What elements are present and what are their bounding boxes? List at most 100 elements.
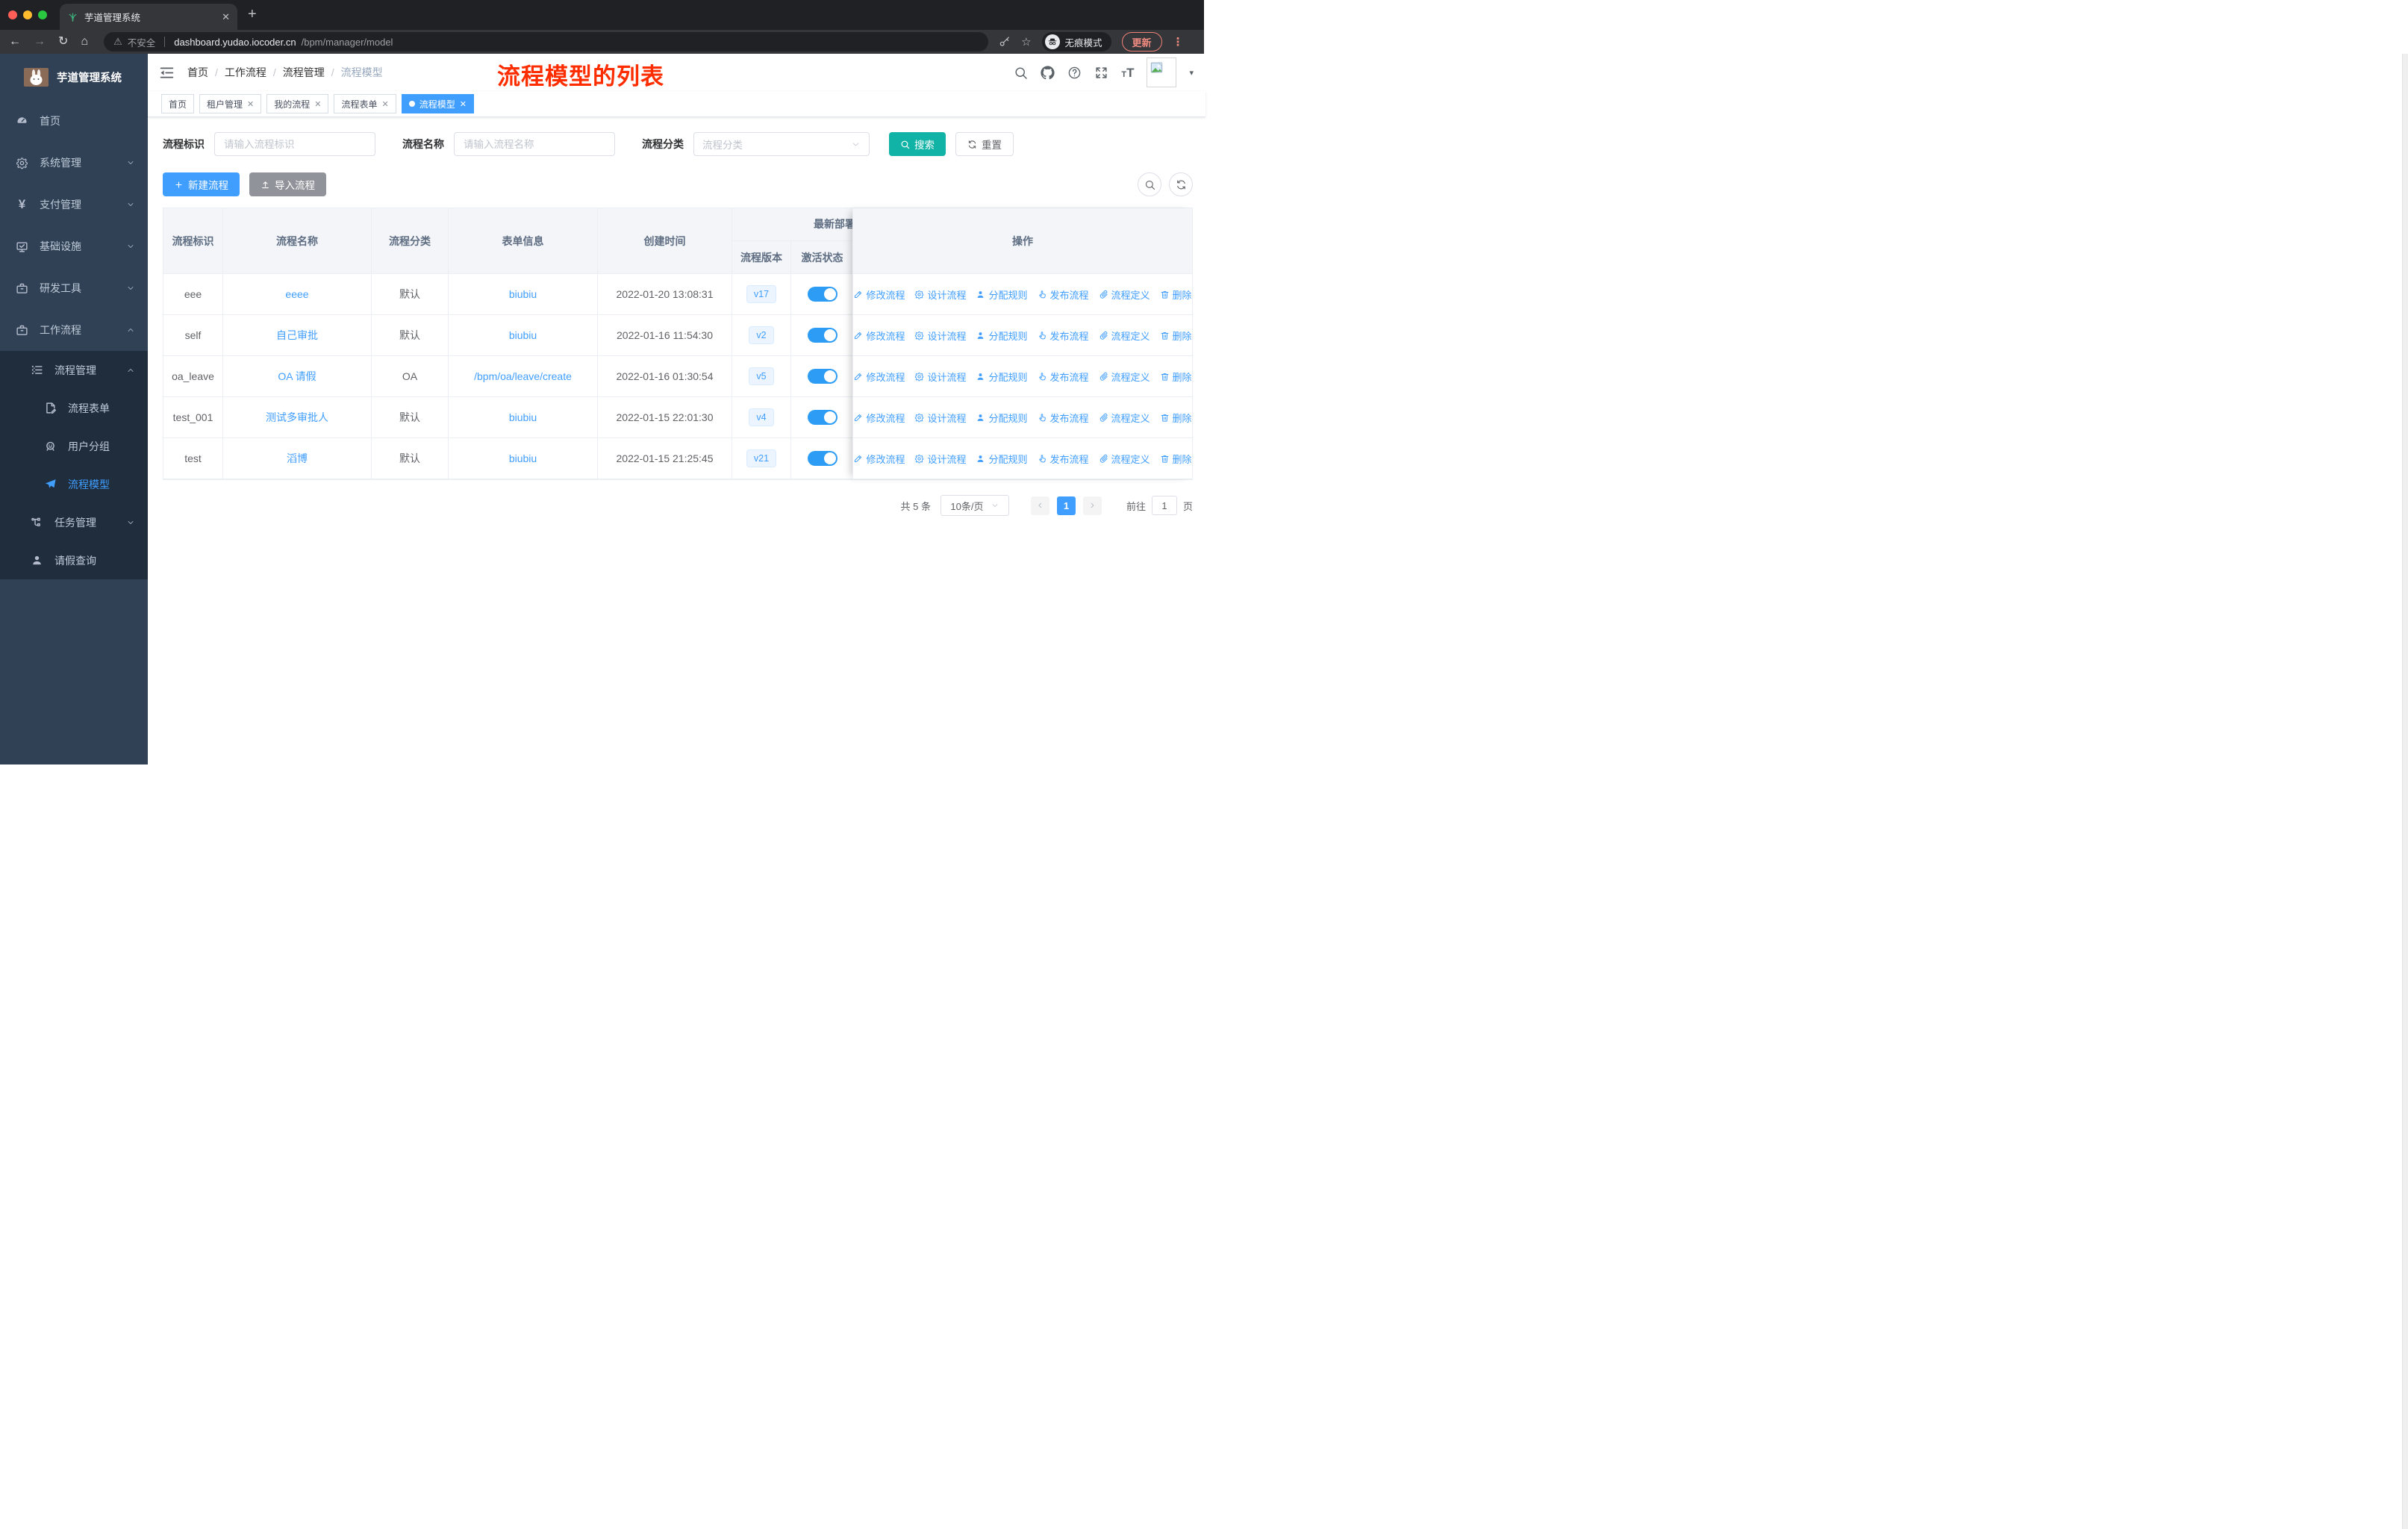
key-icon[interactable] — [999, 36, 1011, 48]
version-badge[interactable]: v5 — [749, 367, 774, 385]
action-publish-process[interactable]: 发布流程 — [1038, 452, 1089, 466]
hamburger-icon[interactable] — [159, 65, 175, 81]
create-process-button[interactable]: 新建流程 — [163, 172, 240, 196]
reload-icon[interactable]: ↻ — [58, 36, 68, 48]
action-assign-rule[interactable]: 分配规则 — [976, 370, 1028, 384]
action-edit-process[interactable]: 修改流程 — [853, 411, 905, 425]
version-badge[interactable]: v17 — [746, 285, 777, 303]
page-scrollbar[interactable] — [2402, 54, 2408, 1529]
form-info-link[interactable]: biubiu — [509, 411, 537, 423]
close-icon[interactable]: ✕ — [382, 99, 389, 109]
action-publish-process[interactable]: 发布流程 — [1038, 411, 1089, 425]
sidebar-item-workflow[interactable]: 工作流程 — [0, 309, 148, 351]
browser-tab[interactable]: 芋道管理系统 ✕ — [60, 4, 237, 30]
tab-close-icon[interactable]: ✕ — [222, 11, 230, 23]
home-icon[interactable]: ⌂ — [81, 36, 88, 48]
process-name-link[interactable]: OA 请假 — [278, 369, 316, 384]
category-select[interactable]: 流程分类 — [693, 132, 870, 156]
action-edit-process[interactable]: 修改流程 — [853, 452, 905, 466]
avatar[interactable] — [1147, 57, 1177, 87]
action-assign-rule[interactable]: 分配规则 — [976, 287, 1028, 302]
sidebar-item-user-group[interactable]: 用户分组 — [0, 427, 148, 465]
kebab-menu-icon[interactable]: ⋮ — [1173, 35, 1184, 49]
sidebar-item-task-mgmt[interactable]: 任务管理 — [0, 503, 148, 541]
action-process-definition[interactable]: 流程定义 — [1099, 287, 1150, 302]
action-publish-process[interactable]: 发布流程 — [1038, 287, 1089, 302]
tag-tenant-mgmt[interactable]: 租户管理 ✕ — [199, 94, 262, 113]
action-assign-rule[interactable]: 分配规则 — [976, 328, 1028, 343]
current-page[interactable]: 1 — [1056, 496, 1076, 515]
tag-my-process[interactable]: 我的流程 ✕ — [266, 94, 329, 113]
tag-process-model[interactable]: 流程模型 ✕ — [401, 94, 474, 113]
action-publish-process[interactable]: 发布流程 — [1038, 328, 1089, 343]
sidebar-item-process-model[interactable]: 流程模型 — [0, 465, 148, 503]
sidebar-item-payment[interactable]: ¥ 支付管理 — [0, 184, 148, 225]
font-size-icon[interactable]: TT — [1121, 66, 1134, 79]
action-design-process[interactable]: 设计流程 — [914, 370, 966, 384]
sidebar-item-home[interactable]: 首页 — [0, 100, 148, 142]
next-page-button[interactable]: › — [1082, 496, 1102, 515]
breadcrumb-process-mgmt[interactable]: 流程管理 — [283, 65, 325, 80]
caret-down-icon[interactable]: ▾ — [1189, 68, 1194, 78]
sidebar-item-process-mgmt[interactable]: 流程管理 — [0, 351, 148, 389]
active-toggle[interactable] — [807, 369, 838, 384]
close-icon[interactable]: ✕ — [314, 99, 321, 109]
star-icon[interactable]: ☆ — [1021, 35, 1031, 49]
version-badge[interactable]: v2 — [749, 326, 774, 344]
fullscreen-icon[interactable] — [1094, 66, 1108, 80]
breadcrumb-workflow[interactable]: 工作流程 — [225, 65, 266, 80]
new-tab-button[interactable]: + — [248, 6, 257, 23]
form-info-link[interactable]: /bpm/oa/leave/create — [474, 370, 572, 382]
active-toggle[interactable] — [807, 410, 838, 425]
search-button[interactable]: 搜索 — [889, 132, 946, 156]
process-name-link[interactable]: 滔博 — [287, 451, 308, 466]
action-edit-process[interactable]: 修改流程 — [853, 328, 905, 343]
zoom-window-button[interactable] — [38, 10, 47, 19]
sidebar-item-infra[interactable]: 基础设施 — [0, 225, 148, 267]
warning-icon[interactable]: ⚠ — [113, 36, 122, 48]
process-name-link[interactable]: 测试多审批人 — [266, 410, 328, 425]
action-process-definition[interactable]: 流程定义 — [1099, 370, 1150, 384]
import-process-button[interactable]: 导入流程 — [249, 172, 326, 196]
reset-button[interactable]: 重置 — [955, 132, 1014, 156]
sidebar-item-process-form[interactable]: 流程表单 — [0, 389, 148, 427]
action-process-definition[interactable]: 流程定义 — [1099, 411, 1150, 425]
page-size-select[interactable]: 10条/页 — [940, 495, 1009, 516]
forward-icon[interactable]: → — [34, 36, 46, 48]
active-toggle[interactable] — [807, 451, 838, 466]
action-design-process[interactable]: 设计流程 — [914, 328, 966, 343]
action-process-definition[interactable]: 流程定义 — [1099, 328, 1150, 343]
action-delete[interactable]: 删除 — [1160, 452, 1192, 466]
action-edit-process[interactable]: 修改流程 — [853, 370, 905, 384]
search-icon[interactable] — [1014, 66, 1028, 80]
version-badge[interactable]: v4 — [749, 408, 774, 426]
process-id-input[interactable] — [214, 132, 375, 156]
close-icon[interactable]: ✕ — [247, 99, 254, 109]
update-button[interactable]: 更新 — [1121, 32, 1162, 52]
sidebar-item-devtools[interactable]: 研发工具 — [0, 267, 148, 309]
close-window-button[interactable] — [8, 10, 17, 19]
action-edit-process[interactable]: 修改流程 — [853, 287, 905, 302]
form-info-link[interactable]: biubiu — [509, 288, 537, 300]
question-icon[interactable] — [1067, 66, 1082, 80]
version-badge[interactable]: v21 — [746, 449, 777, 467]
show-search-button[interactable] — [1138, 172, 1161, 196]
minimize-window-button[interactable] — [23, 10, 32, 19]
process-name-input[interactable] — [454, 132, 615, 156]
form-info-link[interactable]: biubiu — [509, 329, 537, 341]
action-publish-process[interactable]: 发布流程 — [1038, 370, 1089, 384]
active-toggle[interactable] — [807, 287, 838, 302]
goto-page-input[interactable] — [1151, 496, 1177, 515]
action-delete[interactable]: 删除 — [1160, 328, 1192, 343]
action-design-process[interactable]: 设计流程 — [914, 287, 966, 302]
sidebar-item-leave-query[interactable]: 请假查询 — [0, 541, 148, 579]
action-assign-rule[interactable]: 分配规则 — [976, 452, 1028, 466]
sidebar-item-system[interactable]: 系统管理 — [0, 142, 148, 184]
action-assign-rule[interactable]: 分配规则 — [976, 411, 1028, 425]
action-design-process[interactable]: 设计流程 — [914, 452, 966, 466]
tag-process-form[interactable]: 流程表单 ✕ — [334, 94, 396, 113]
action-process-definition[interactable]: 流程定义 — [1099, 452, 1150, 466]
action-delete[interactable]: 删除 — [1160, 411, 1192, 425]
form-info-link[interactable]: biubiu — [509, 452, 537, 464]
github-icon[interactable] — [1041, 66, 1055, 80]
